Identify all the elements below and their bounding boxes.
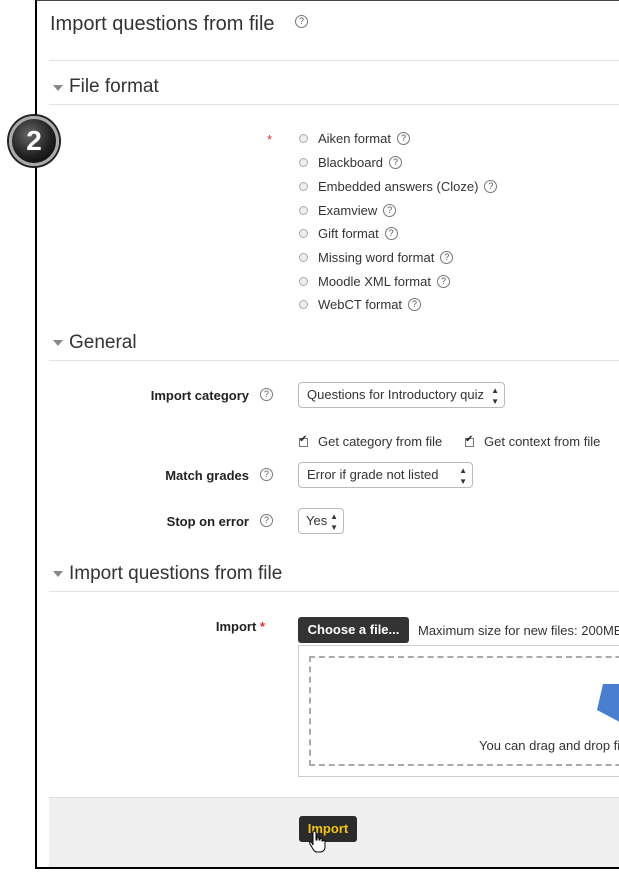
select-arrows-icon: ▲ ▼: [330, 512, 338, 532]
radio-button[interactable]: [299, 158, 308, 167]
radio-button[interactable]: [299, 182, 308, 191]
radio-label: Embedded answers (Cloze): [318, 179, 479, 194]
radio-gift[interactable]: Gift format ?: [299, 226, 398, 241]
import-label-text: Import: [215, 619, 257, 634]
radio-examview[interactable]: Examview ?: [299, 203, 397, 218]
radio-button[interactable]: [299, 277, 308, 286]
help-icon[interactable]: ?: [436, 275, 450, 288]
match-grades-select[interactable]: Error if grade not listed ▲ ▼: [298, 462, 473, 488]
import-button[interactable]: Import: [299, 816, 357, 842]
divider: [49, 591, 619, 592]
help-icon[interactable]: ?: [384, 227, 398, 240]
file-dropzone[interactable]: You can drag and drop files here to add …: [298, 645, 619, 777]
section-import-file[interactable]: Import questions from file: [69, 563, 282, 585]
checkbox-label: Get context from file: [484, 434, 601, 449]
stop-on-error-select[interactable]: Yes ▲ ▼: [298, 508, 344, 534]
hand-pointer-icon: [309, 830, 326, 853]
select-value: Yes: [306, 513, 328, 528]
step-number-badge: 2: [9, 116, 59, 166]
checkbox[interactable]: [299, 434, 308, 448]
get-category-checkbox-row[interactable]: Get category from file: [299, 434, 442, 449]
help-icon[interactable]: ?: [260, 468, 273, 481]
radio-label: Aiken format: [318, 131, 391, 146]
radio-label: Moodle XML format: [318, 274, 431, 289]
divider: [49, 60, 619, 61]
help-icon[interactable]: ?: [260, 388, 273, 401]
import-form-panel: Import questions from file ? File format…: [35, 0, 619, 869]
radio-aiken[interactable]: Aiken format ?: [299, 131, 410, 146]
radio-button[interactable]: [299, 253, 308, 262]
dropzone-text: You can drag and drop files here to add …: [479, 738, 619, 753]
import-category-select[interactable]: Questions for Introductory quiz ▲ ▼: [298, 382, 505, 408]
required-icon: *: [259, 619, 265, 634]
choose-file-button[interactable]: Choose a file...: [298, 617, 409, 643]
required-icon: *: [267, 132, 273, 147]
radio-label: Missing word format: [318, 250, 435, 265]
radio-button[interactable]: [299, 300, 308, 309]
radio-label: WebCT format: [318, 297, 403, 312]
checkbox[interactable]: [465, 434, 474, 448]
divider: [49, 104, 619, 105]
match-grades-label: Match grades: [165, 468, 249, 483]
section-general[interactable]: General: [69, 332, 137, 354]
radio-cloze[interactable]: Embedded answers (Cloze) ?: [299, 179, 498, 194]
divider: [49, 360, 619, 361]
help-icon[interactable]: ?: [260, 514, 273, 527]
triangle-down-icon[interactable]: [53, 571, 63, 577]
help-icon[interactable]: ?: [484, 180, 498, 193]
radio-moodle-xml[interactable]: Moodle XML format ?: [299, 274, 450, 289]
help-icon[interactable]: ?: [389, 156, 403, 169]
help-icon[interactable]: ?: [295, 15, 308, 28]
radio-button[interactable]: [299, 206, 308, 215]
import-label: Import *: [167, 619, 265, 634]
help-icon[interactable]: ?: [408, 298, 422, 311]
radio-webct[interactable]: WebCT format ?: [299, 297, 422, 312]
stop-on-error-label: Stop on error: [166, 514, 249, 529]
get-context-checkbox-row[interactable]: Get context from file: [465, 434, 600, 449]
checkbox-label: Get category from file: [318, 434, 443, 449]
select-value: Error if grade not listed: [307, 467, 439, 482]
radio-button[interactable]: [299, 229, 308, 238]
radio-label: Gift format: [318, 226, 379, 241]
select-arrows-icon: ▲ ▼: [491, 386, 499, 406]
section-file-format[interactable]: File format: [69, 76, 159, 98]
triangle-down-icon[interactable]: [53, 340, 63, 346]
max-size-text: Maximum size for new files: 200MB: [418, 623, 619, 638]
radio-button[interactable]: [299, 134, 308, 143]
triangle-down-icon[interactable]: [53, 85, 63, 91]
select-arrows-icon: ▲ ▼: [459, 466, 467, 486]
radio-label: Examview: [318, 203, 378, 218]
radio-label: Blackboard: [318, 155, 384, 170]
import-category-label: Import category: [150, 388, 249, 403]
page-title: Import questions from file: [50, 13, 275, 35]
radio-missing-word[interactable]: Missing word format ?: [299, 250, 454, 265]
help-icon[interactable]: ?: [396, 132, 410, 145]
help-icon[interactable]: ?: [440, 251, 454, 264]
help-icon[interactable]: ?: [383, 204, 397, 217]
select-value: Questions for Introductory quiz: [307, 387, 485, 402]
radio-blackboard[interactable]: Blackboard ?: [299, 155, 403, 170]
arrow-down-icon: [597, 684, 619, 722]
